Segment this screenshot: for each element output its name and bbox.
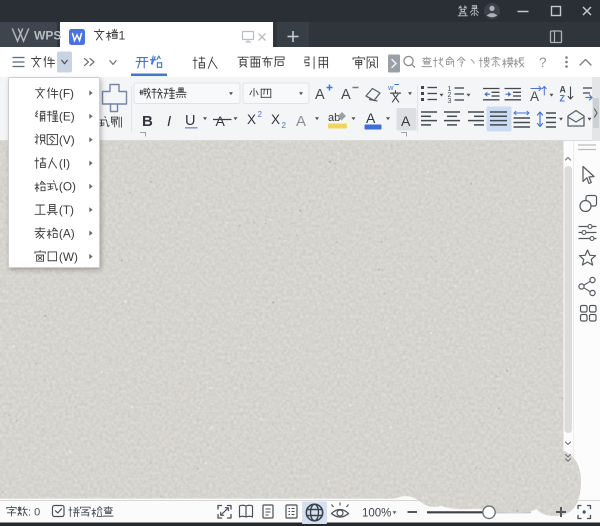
svg-text:A: A bbox=[401, 113, 411, 129]
svg-text:U: U bbox=[185, 113, 195, 129]
svg-text:X: X bbox=[271, 112, 280, 127]
svg-text:(E): (E) bbox=[59, 110, 75, 124]
svg-text:(I): (I) bbox=[59, 156, 70, 170]
svg-text:A: A bbox=[216, 113, 226, 129]
svg-text:ab: ab bbox=[328, 112, 340, 124]
svg-text:(O): (O) bbox=[59, 180, 76, 194]
svg-text:: 0: : 0 bbox=[28, 507, 40, 519]
svg-text:2: 2 bbox=[282, 121, 287, 130]
svg-text:A: A bbox=[315, 87, 325, 103]
svg-text:X: X bbox=[247, 112, 256, 127]
svg-text:1: 1 bbox=[119, 29, 126, 43]
svg-text:?: ? bbox=[539, 55, 547, 70]
svg-text:I: I bbox=[167, 113, 171, 130]
svg-text:(F): (F) bbox=[59, 86, 74, 100]
svg-text:B: B bbox=[142, 113, 153, 130]
svg-text:A: A bbox=[341, 87, 351, 103]
svg-text:(A): (A) bbox=[59, 226, 75, 240]
svg-text:3: 3 bbox=[448, 98, 452, 105]
svg-text:w: w bbox=[387, 83, 394, 92]
svg-text:(T): (T) bbox=[59, 203, 74, 217]
svg-text:2: 2 bbox=[258, 110, 263, 119]
svg-text:Z: Z bbox=[560, 94, 566, 104]
svg-text:100%: 100% bbox=[362, 508, 391, 520]
svg-text:A: A bbox=[296, 113, 306, 130]
svg-text:A: A bbox=[366, 110, 376, 126]
svg-text:(V): (V) bbox=[59, 133, 75, 147]
svg-text:(W): (W) bbox=[59, 250, 78, 264]
svg-text:A: A bbox=[530, 89, 539, 104]
svg-text:WPS: WPS bbox=[34, 29, 61, 43]
